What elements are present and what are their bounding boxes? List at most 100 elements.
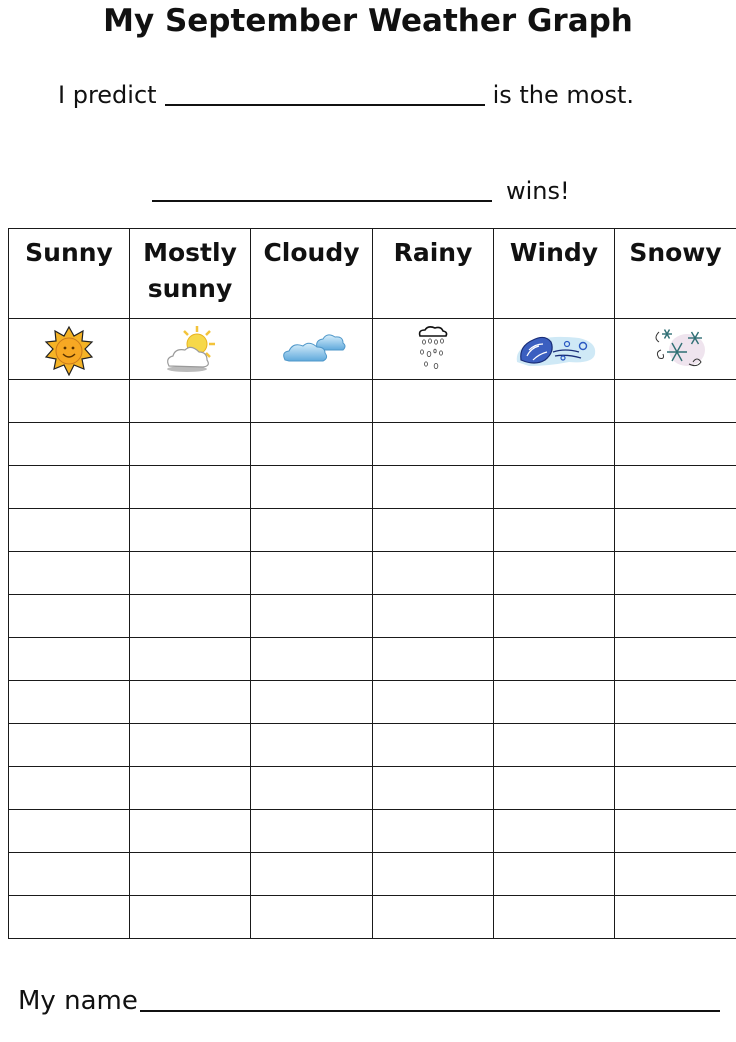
prediction-prefix: I predict bbox=[58, 81, 157, 109]
tally-cell-cloudy[interactable] bbox=[250, 422, 373, 466]
tally-cell-cloudy[interactable] bbox=[250, 895, 373, 939]
tally-cell-sunny[interactable] bbox=[8, 723, 130, 767]
tally-row bbox=[8, 422, 736, 466]
tally-cell-windy[interactable] bbox=[493, 508, 615, 552]
tally-cell-rainy[interactable] bbox=[372, 594, 494, 638]
tally-cell-windy[interactable] bbox=[493, 809, 615, 853]
tally-cell-mostly-sunny[interactable] bbox=[129, 637, 251, 681]
tally-cell-sunny[interactable] bbox=[8, 680, 130, 724]
rain-cloud-icon bbox=[388, 322, 478, 376]
tally-row bbox=[8, 637, 736, 681]
tally-cell-sunny[interactable] bbox=[8, 422, 130, 466]
tally-cell-mostly-sunny[interactable] bbox=[129, 895, 251, 939]
tally-cell-rainy[interactable] bbox=[372, 508, 494, 552]
tally-cell-snowy[interactable] bbox=[614, 465, 736, 509]
tally-cell-cloudy[interactable] bbox=[250, 551, 373, 595]
tally-cell-mostly-sunny[interactable] bbox=[129, 766, 251, 810]
tally-row bbox=[8, 766, 736, 810]
tally-row bbox=[8, 723, 736, 767]
tally-row bbox=[8, 465, 736, 509]
tally-cell-snowy[interactable] bbox=[614, 895, 736, 939]
tally-cell-cloudy[interactable] bbox=[250, 508, 373, 552]
tally-cell-rainy[interactable] bbox=[372, 637, 494, 681]
tally-cell-snowy[interactable] bbox=[614, 508, 736, 552]
column-header-rainy: Rainy bbox=[372, 228, 494, 319]
tally-cell-mostly-sunny[interactable] bbox=[129, 551, 251, 595]
tally-cell-windy[interactable] bbox=[493, 594, 615, 638]
tally-cell-windy[interactable] bbox=[493, 680, 615, 724]
column-header-cloudy: Cloudy bbox=[250, 228, 373, 319]
icon-cell-sunny bbox=[8, 318, 130, 380]
tally-cell-sunny[interactable] bbox=[8, 551, 130, 595]
tally-cell-snowy[interactable] bbox=[614, 809, 736, 853]
tally-cell-snowy[interactable] bbox=[614, 379, 736, 423]
tally-cell-windy[interactable] bbox=[493, 465, 615, 509]
prediction-blank[interactable] bbox=[164, 82, 485, 106]
tally-cell-mostly-sunny[interactable] bbox=[129, 723, 251, 767]
tally-cell-cloudy[interactable] bbox=[250, 852, 373, 896]
tally-cell-sunny[interactable] bbox=[8, 766, 130, 810]
tally-cell-cloudy[interactable] bbox=[250, 594, 373, 638]
tally-cell-snowy[interactable] bbox=[614, 852, 736, 896]
tally-cell-sunny[interactable] bbox=[8, 465, 130, 509]
tally-cell-cloudy[interactable] bbox=[250, 465, 373, 509]
tally-cell-sunny[interactable] bbox=[8, 637, 130, 681]
name-line: My name bbox=[18, 984, 720, 1018]
tally-cell-rainy[interactable] bbox=[372, 551, 494, 595]
tally-cell-rainy[interactable] bbox=[372, 379, 494, 423]
tally-cell-snowy[interactable] bbox=[614, 766, 736, 810]
winner-blank[interactable] bbox=[152, 178, 492, 202]
tally-cell-windy[interactable] bbox=[493, 551, 615, 595]
tally-cell-sunny[interactable] bbox=[8, 852, 130, 896]
tally-cell-windy[interactable] bbox=[493, 422, 615, 466]
tally-cell-rainy[interactable] bbox=[372, 465, 494, 509]
tally-cell-cloudy[interactable] bbox=[250, 766, 373, 810]
name-blank[interactable] bbox=[139, 988, 720, 1012]
tally-cell-cloudy[interactable] bbox=[250, 809, 373, 853]
tally-cell-rainy[interactable] bbox=[372, 852, 494, 896]
name-label: My name bbox=[18, 986, 138, 1016]
icon-cell-windy bbox=[493, 318, 615, 380]
tally-cell-mostly-sunny[interactable] bbox=[129, 379, 251, 423]
tally-cell-rainy[interactable] bbox=[372, 422, 494, 466]
prediction-line: I predict is the most. bbox=[58, 74, 634, 110]
tally-cell-snowy[interactable] bbox=[614, 422, 736, 466]
tally-cell-cloudy[interactable] bbox=[250, 637, 373, 681]
tally-cell-windy[interactable] bbox=[493, 895, 615, 939]
tally-cell-rainy[interactable] bbox=[372, 809, 494, 853]
tally-cell-sunny[interactable] bbox=[8, 508, 130, 552]
tally-cell-windy[interactable] bbox=[493, 723, 615, 767]
tally-cell-sunny[interactable] bbox=[8, 809, 130, 853]
tally-cell-rainy[interactable] bbox=[372, 680, 494, 724]
clouds-icon bbox=[267, 322, 357, 376]
tally-cell-mostly-sunny[interactable] bbox=[129, 422, 251, 466]
tally-cell-windy[interactable] bbox=[493, 637, 615, 681]
tally-cell-windy[interactable] bbox=[493, 766, 615, 810]
prediction-suffix: is the most. bbox=[492, 81, 634, 109]
icon-cell-rainy bbox=[372, 318, 494, 380]
tally-cell-cloudy[interactable] bbox=[250, 723, 373, 767]
tally-cell-mostly-sunny[interactable] bbox=[129, 594, 251, 638]
tally-cell-rainy[interactable] bbox=[372, 895, 494, 939]
tally-cell-cloudy[interactable] bbox=[250, 379, 373, 423]
tally-cell-mostly-sunny[interactable] bbox=[129, 852, 251, 896]
tally-cell-mostly-sunny[interactable] bbox=[129, 508, 251, 552]
tally-cell-windy[interactable] bbox=[493, 379, 615, 423]
tally-cell-snowy[interactable] bbox=[614, 594, 736, 638]
tally-cell-snowy[interactable] bbox=[614, 637, 736, 681]
tally-cell-sunny[interactable] bbox=[8, 379, 130, 423]
tally-cell-rainy[interactable] bbox=[372, 766, 494, 810]
tally-cell-mostly-sunny[interactable] bbox=[129, 809, 251, 853]
tally-cell-mostly-sunny[interactable] bbox=[129, 465, 251, 509]
tally-cell-snowy[interactable] bbox=[614, 680, 736, 724]
tally-cell-snowy[interactable] bbox=[614, 723, 736, 767]
tally-cell-cloudy[interactable] bbox=[250, 680, 373, 724]
icon-cell-mostly-sunny bbox=[129, 318, 251, 380]
icon-cell-cloudy bbox=[250, 318, 373, 380]
tally-cell-rainy[interactable] bbox=[372, 723, 494, 767]
tally-cell-windy[interactable] bbox=[493, 852, 615, 896]
tally-cell-mostly-sunny[interactable] bbox=[129, 680, 251, 724]
tally-cell-snowy[interactable] bbox=[614, 551, 736, 595]
tally-cell-sunny[interactable] bbox=[8, 895, 130, 939]
tally-cell-sunny[interactable] bbox=[8, 594, 130, 638]
